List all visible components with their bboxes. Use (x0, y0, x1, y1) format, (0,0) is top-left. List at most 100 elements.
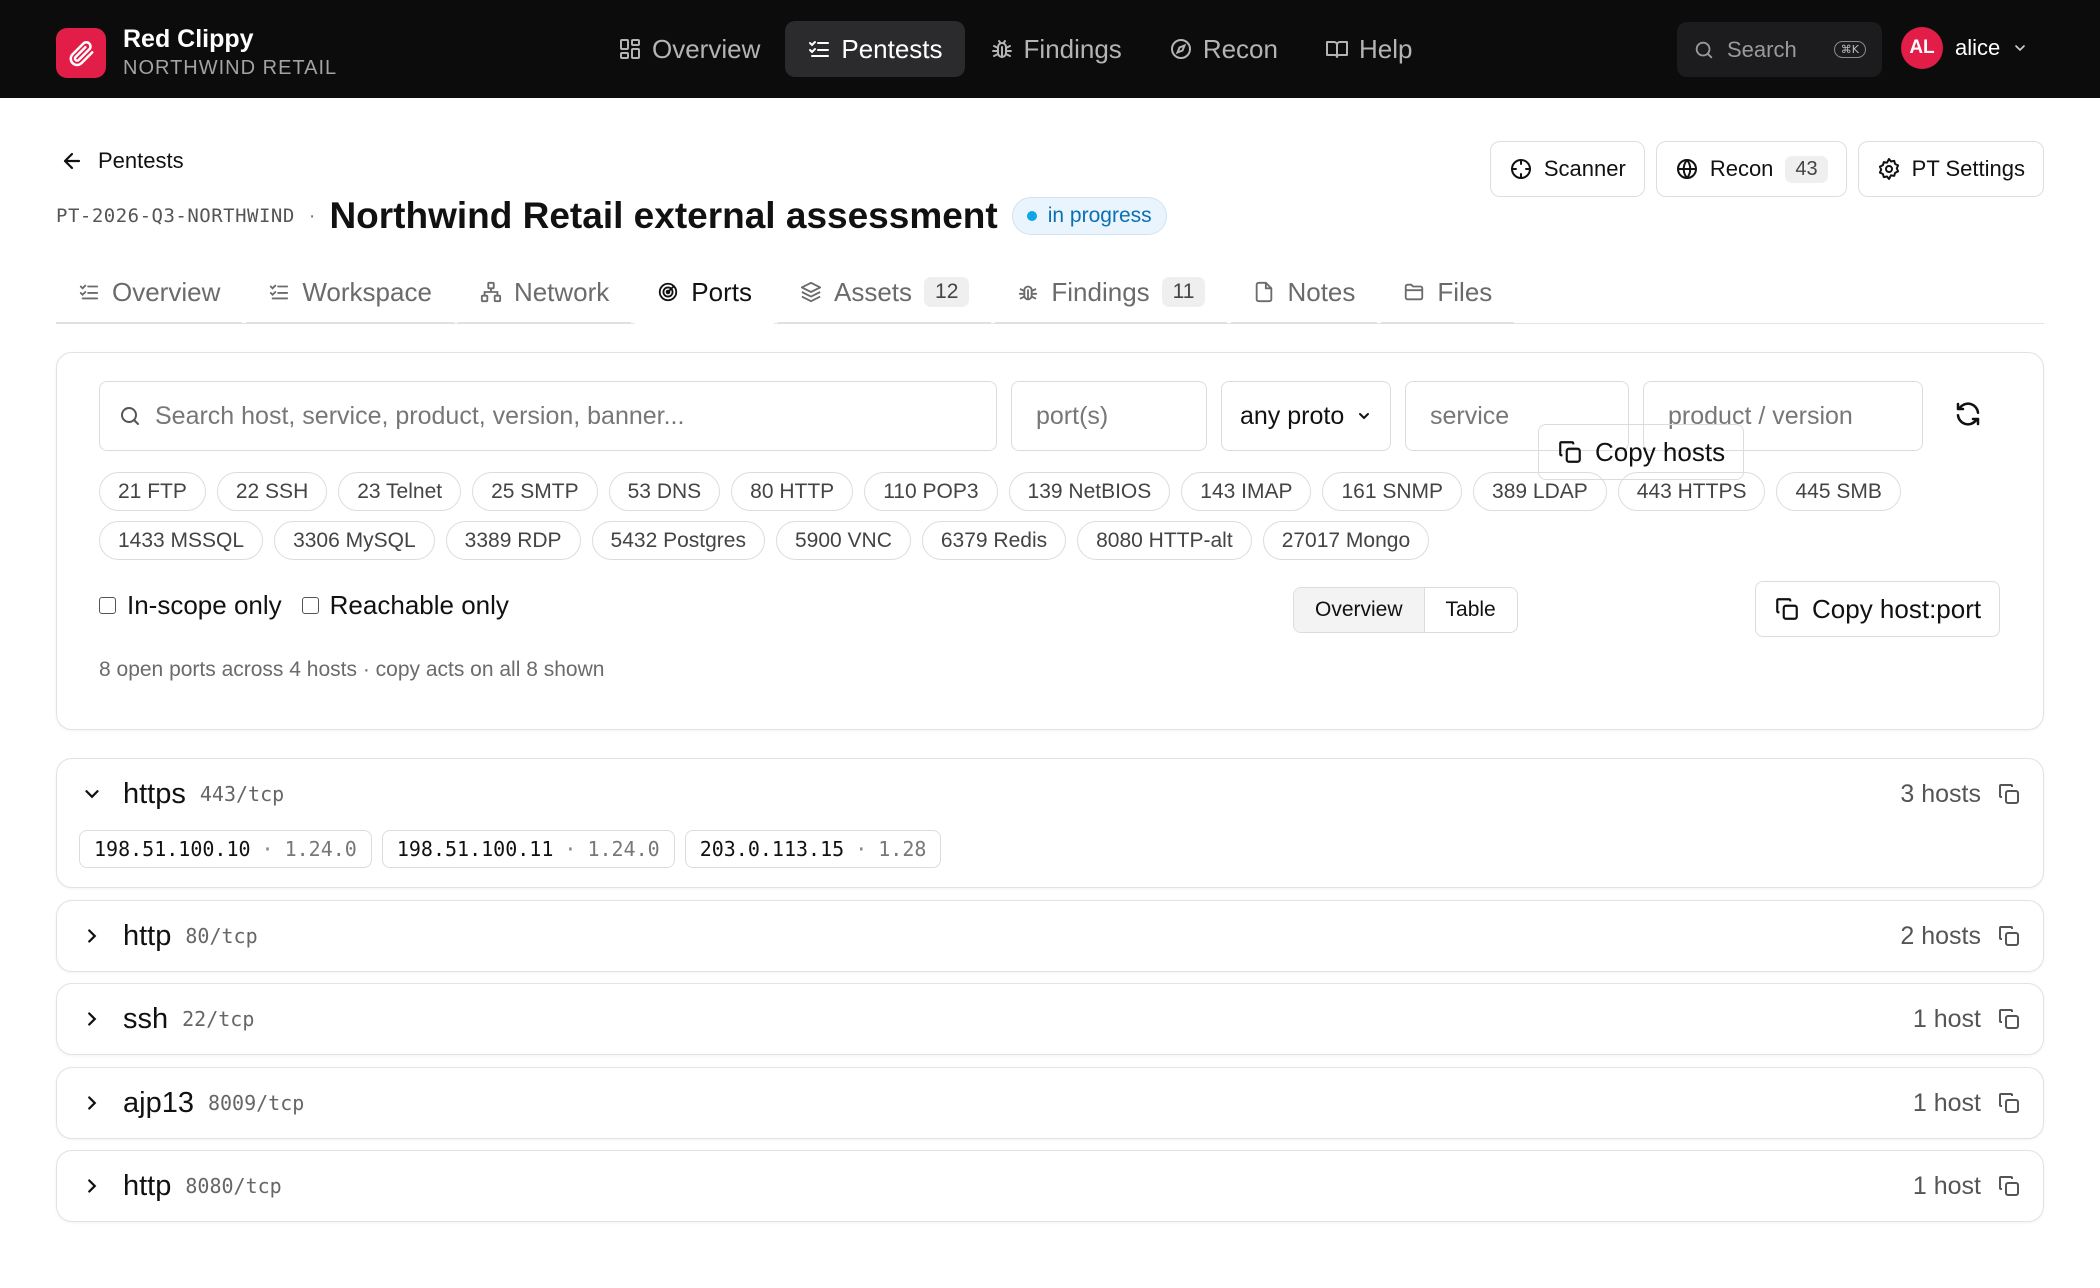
host-chip[interactable]: 198.51.100.10 · 1.24.0 (79, 830, 372, 868)
copy-icon[interactable] (1997, 782, 2021, 806)
port-group-header[interactable]: ssh 22/tcp (81, 984, 254, 1054)
port-proto: 443/tcp (199, 782, 285, 806)
arrow-left-icon (63, 152, 81, 170)
nav-item-findings[interactable]: Findings (968, 21, 1144, 77)
port-chip[interactable]: 27017 Mongo (1262, 521, 1430, 560)
back-link[interactable]: Pentests (60, 148, 184, 174)
tab-label: Files (1437, 276, 1493, 307)
nav-item-help[interactable]: Help (1303, 21, 1434, 77)
global-search[interactable]: Search ⌘K (1677, 22, 1882, 77)
pentest-tabs: Overview Workspace Network Ports Assets … (56, 262, 2044, 324)
copy-hosts-button[interactable]: Copy hosts (1538, 424, 1745, 480)
nav-label: Recon (1202, 33, 1278, 64)
copy-icon[interactable] (1997, 1091, 2021, 1115)
nav-item-overview[interactable]: Overview (596, 21, 782, 77)
service-name: http (123, 1169, 172, 1202)
port-chip[interactable]: 8080 HTTP-alt (1077, 521, 1252, 560)
tab-workspace[interactable]: Workspace (246, 262, 454, 324)
tab-notes[interactable]: Notes (1231, 262, 1378, 324)
host-version: 1.24.0 (587, 837, 660, 861)
view-overview-button[interactable]: Overview (1294, 588, 1425, 632)
status-label: in progress (1047, 204, 1152, 227)
reachable-checkbox[interactable]: Reachable only (301, 590, 509, 621)
port-proto: 8009/tcp (207, 1091, 305, 1115)
bug-icon (1019, 285, 1038, 301)
checkbox-box[interactable] (301, 597, 319, 614)
tab-label: Ports (691, 276, 752, 307)
port-group-header[interactable]: https 443/tcp (81, 759, 284, 829)
host-count: 3 hosts (1900, 759, 2021, 829)
page-title-row: PT-2026-Q3-NORTHWIND · Northwind Retail … (56, 192, 1167, 240)
port-chip[interactable]: 80 HTTP (731, 472, 854, 511)
tab-overview[interactable]: Overview (56, 262, 243, 324)
service-name: https (123, 777, 186, 810)
pt-settings-button[interactable]: PT Settings (1857, 141, 2044, 197)
port-group-header[interactable]: http 80/tcp (81, 901, 258, 971)
host-ip: 198.51.100.11 (396, 837, 554, 861)
port-chip[interactable]: 5432 Postgres (591, 521, 765, 560)
search-input[interactable]: Search host, service, product, version, … (99, 381, 997, 451)
port-chip[interactable]: 3389 RDP (445, 521, 581, 560)
status-dot (1026, 211, 1037, 221)
user-name: alice (1955, 35, 2001, 60)
copy-icon (1559, 441, 1581, 463)
port-chip[interactable]: 3306 MySQL (274, 521, 435, 560)
host-chip[interactable]: 203.0.113.15 · 1.28 (684, 830, 942, 868)
port-chip[interactable]: 6379 Redis (921, 521, 1067, 560)
port-group: https 443/tcp 3 hosts 198.51.100.10 · 1.24… (56, 758, 2044, 888)
user-menu[interactable]: AL alice (1901, 27, 2028, 69)
tab-files[interactable]: Files (1381, 262, 1515, 324)
port-chip[interactable]: 110 POP3 (864, 472, 998, 511)
tab-label: Workspace (302, 276, 432, 307)
nav-item-pentests[interactable]: Pentests (785, 21, 965, 77)
host-chip[interactable]: 198.51.100.11 · 1.24.0 (381, 830, 675, 868)
host-count-label: 1 host (1912, 1004, 1981, 1033)
view-table-button[interactable]: Table (1425, 588, 1517, 632)
search-placeholder: Search host, service, product, version, … (155, 401, 685, 430)
port-chip[interactable]: 143 IMAP (1181, 472, 1312, 511)
port-chip[interactable]: 21 FTP (99, 472, 206, 511)
port-chip[interactable]: 445 SMB (1776, 472, 1901, 511)
chevron-right-icon (88, 1179, 97, 1193)
folder-icon (1405, 283, 1424, 301)
brand[interactable]: Red Clippy NORTHWIND RETAIL (56, 24, 337, 81)
checkbox-box[interactable] (99, 597, 116, 614)
port-chip[interactable]: 25 SMTP (472, 472, 598, 511)
service-name: ssh (123, 1002, 169, 1035)
chevron-right-icon (88, 1012, 97, 1026)
refresh-button[interactable] (1953, 399, 1983, 434)
search-shortcut: ⌘K (1833, 41, 1866, 58)
port-chip[interactable]: 5900 VNC (775, 521, 911, 560)
copy-hostport-button[interactable]: Copy host:port (1755, 581, 2001, 637)
port-chip[interactable]: 139 NetBIOS (1008, 472, 1171, 511)
port-chip[interactable]: 53 DNS (608, 472, 721, 511)
in-scope-checkbox[interactable]: In-scope only (99, 590, 282, 621)
tab-findings[interactable]: Findings 11 (995, 262, 1228, 324)
port-chip[interactable]: 23 Telnet (338, 472, 462, 511)
search-label: Search (1727, 36, 1797, 62)
copy-icon[interactable] (1997, 1174, 2021, 1198)
port-group: http 80/tcp 2 hosts (56, 900, 2044, 972)
host-count-label: 3 hosts (1900, 779, 1981, 808)
port-chip[interactable]: 22 SSH (216, 472, 328, 511)
tab-assets[interactable]: Assets 12 (777, 262, 992, 324)
port-input[interactable]: port(s) (1011, 381, 1207, 451)
nav-item-recon[interactable]: Recon (1147, 21, 1300, 77)
port-group-header[interactable]: http 8080/tcp (81, 1151, 282, 1221)
recon-button[interactable]: Recon 43 (1655, 141, 1847, 197)
main-nav: Overview Pentests Findings Recon Help (596, 21, 1437, 77)
tab-ports[interactable]: Ports (635, 262, 774, 324)
tab-network[interactable]: Network (457, 262, 632, 324)
refresh-icon (1956, 402, 1980, 426)
copy-hostport-label: Copy host:port (1812, 593, 1982, 624)
copy-icon[interactable] (1997, 924, 2021, 948)
port-group-header[interactable]: ajp13 8009/tcp (81, 1068, 304, 1138)
copy-icon[interactable] (1997, 1007, 2021, 1031)
port-chip[interactable]: 161 SNMP (1322, 472, 1463, 511)
in-scope-label: In-scope only (127, 590, 282, 620)
protocol-select[interactable]: any proto (1221, 381, 1391, 451)
host-version: 1.28 (878, 837, 927, 861)
port-chip[interactable]: 1433 MSSQL (99, 521, 264, 560)
scanner-button[interactable]: Scanner (1489, 141, 1645, 197)
nav-label: Findings (1023, 33, 1122, 64)
